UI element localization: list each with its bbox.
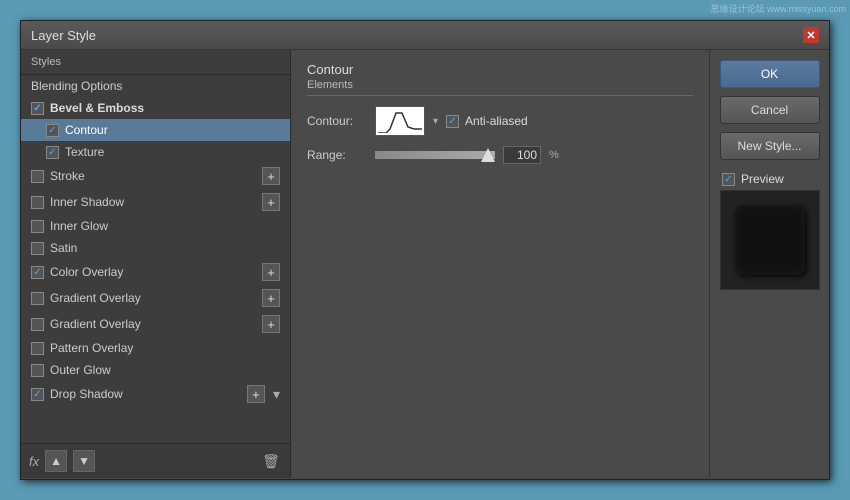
left-panel-footer: fx ▲ ▼ 🗑: [21, 443, 290, 478]
section-subtitle: Elements: [307, 79, 693, 96]
sidebar-item-inner-shadow[interactable]: Inner Shadow +: [21, 189, 290, 215]
gradient-overlay-2-add-button[interactable]: +: [262, 315, 280, 333]
sidebar-item-bevel-emboss[interactable]: Bevel & Emboss: [21, 97, 290, 119]
range-track: [375, 151, 495, 159]
section-title: Contour: [307, 62, 693, 77]
layer-style-dialog: Layer Style ✕ Styles Blending Options Be…: [20, 20, 830, 480]
inner-shadow-add-button[interactable]: +: [262, 193, 280, 211]
stroke-add-button[interactable]: +: [262, 167, 280, 185]
blending-options-label: Blending Options: [31, 79, 122, 93]
contour-field-label: Contour:: [307, 114, 367, 128]
ok-button[interactable]: OK: [720, 60, 820, 88]
styles-header: Styles: [21, 50, 290, 75]
contour-checkbox[interactable]: [46, 124, 59, 137]
outer-glow-checkbox[interactable]: [31, 364, 44, 377]
sidebar-item-satin[interactable]: Satin: [21, 237, 290, 259]
dialog-titlebar: Layer Style ✕: [21, 21, 829, 50]
left-panel: Styles Blending Options Bevel & Emboss C…: [21, 50, 291, 478]
contour-row: Contour: ▾ Anti-aliased: [307, 106, 693, 136]
stroke-label: Stroke: [50, 169, 85, 183]
inner-shadow-label: Inner Shadow: [50, 195, 124, 209]
preview-canvas: [720, 190, 820, 290]
preview-label: Preview: [741, 172, 784, 186]
contour-label: Contour: [65, 123, 108, 137]
satin-checkbox[interactable]: [31, 242, 44, 255]
center-panel: Contour Elements Contour: ▾ Anti-aliased: [291, 50, 709, 478]
range-thumb: [481, 148, 495, 162]
range-label: Range:: [307, 148, 367, 162]
cancel-button[interactable]: Cancel: [720, 96, 820, 124]
anti-alias-label: Anti-aliased: [465, 114, 528, 128]
inner-glow-label: Inner Glow: [50, 219, 108, 233]
anti-alias-checkbox[interactable]: [446, 115, 459, 128]
new-style-button[interactable]: New Style...: [720, 132, 820, 160]
close-button[interactable]: ✕: [803, 27, 819, 43]
inner-glow-checkbox[interactable]: [31, 220, 44, 233]
preview-checkbox-row: Preview: [722, 172, 784, 186]
gradient-overlay-1-add-button[interactable]: +: [262, 289, 280, 307]
gradient-overlay-2-checkbox[interactable]: [31, 318, 44, 331]
sidebar-item-stroke[interactable]: Stroke +: [21, 163, 290, 189]
color-overlay-add-button[interactable]: +: [262, 263, 280, 281]
sidebar-item-outer-glow[interactable]: Outer Glow: [21, 359, 290, 381]
range-slider[interactable]: [375, 151, 495, 159]
satin-label: Satin: [50, 241, 77, 255]
drop-shadow-label: Drop Shadow: [50, 387, 123, 401]
contour-preview[interactable]: [375, 106, 425, 136]
preview-section: Preview: [718, 172, 821, 290]
gradient-overlay-1-label: Gradient Overlay: [50, 291, 141, 305]
sidebar-item-gradient-overlay-2[interactable]: Gradient Overlay +: [21, 311, 290, 337]
anti-alias-row: Anti-aliased: [446, 114, 528, 128]
contour-dropdown-arrow[interactable]: ▾: [433, 116, 438, 127]
drop-shadow-expand[interactable]: ▾: [273, 386, 280, 403]
inner-shadow-checkbox[interactable]: [31, 196, 44, 209]
move-down-button[interactable]: ▼: [73, 450, 95, 472]
dialog-body: Styles Blending Options Bevel & Emboss C…: [21, 50, 829, 478]
outer-glow-label: Outer Glow: [50, 363, 111, 377]
right-panel: OK Cancel New Style... Preview: [709, 50, 829, 478]
range-row: Range: %: [307, 146, 693, 164]
sidebar-item-gradient-overlay-1[interactable]: Gradient Overlay +: [21, 285, 290, 311]
watermark: 思缘设计论坛 www.missyuan.com: [710, 2, 846, 15]
sidebar-item-contour[interactable]: Contour: [21, 119, 290, 141]
sidebar-item-color-overlay[interactable]: Color Overlay +: [21, 259, 290, 285]
preview-checkbox[interactable]: [722, 173, 735, 186]
texture-checkbox[interactable]: [46, 146, 59, 159]
sidebar-item-inner-glow[interactable]: Inner Glow: [21, 215, 290, 237]
sidebar-item-texture[interactable]: Texture: [21, 141, 290, 163]
sidebar-item-drop-shadow[interactable]: Drop Shadow + ▾: [21, 381, 290, 407]
contour-curve-svg: [378, 109, 422, 133]
sidebar-item-blending-options[interactable]: Blending Options: [21, 75, 290, 97]
color-overlay-checkbox[interactable]: [31, 266, 44, 279]
preview-shape: [735, 205, 805, 275]
bevel-emboss-label: Bevel & Emboss: [50, 101, 144, 115]
drop-shadow-add-button[interactable]: +: [247, 385, 265, 403]
drop-shadow-checkbox[interactable]: [31, 388, 44, 401]
bevel-emboss-checkbox[interactable]: [31, 102, 44, 115]
pattern-overlay-checkbox[interactable]: [31, 342, 44, 355]
styles-list: Blending Options Bevel & Emboss Contour …: [21, 75, 290, 443]
gradient-overlay-1-checkbox[interactable]: [31, 292, 44, 305]
fx-label: fx: [29, 454, 39, 469]
delete-button[interactable]: 🗑: [260, 450, 282, 472]
move-up-button[interactable]: ▲: [45, 450, 67, 472]
texture-label: Texture: [65, 145, 104, 159]
pattern-overlay-label: Pattern Overlay: [50, 341, 133, 355]
range-value-input[interactable]: [503, 146, 541, 164]
range-unit: %: [549, 149, 559, 161]
stroke-checkbox[interactable]: [31, 170, 44, 183]
gradient-overlay-2-label: Gradient Overlay: [50, 317, 141, 331]
color-overlay-label: Color Overlay: [50, 265, 123, 279]
sidebar-item-pattern-overlay[interactable]: Pattern Overlay: [21, 337, 290, 359]
dialog-title: Layer Style: [31, 28, 96, 43]
